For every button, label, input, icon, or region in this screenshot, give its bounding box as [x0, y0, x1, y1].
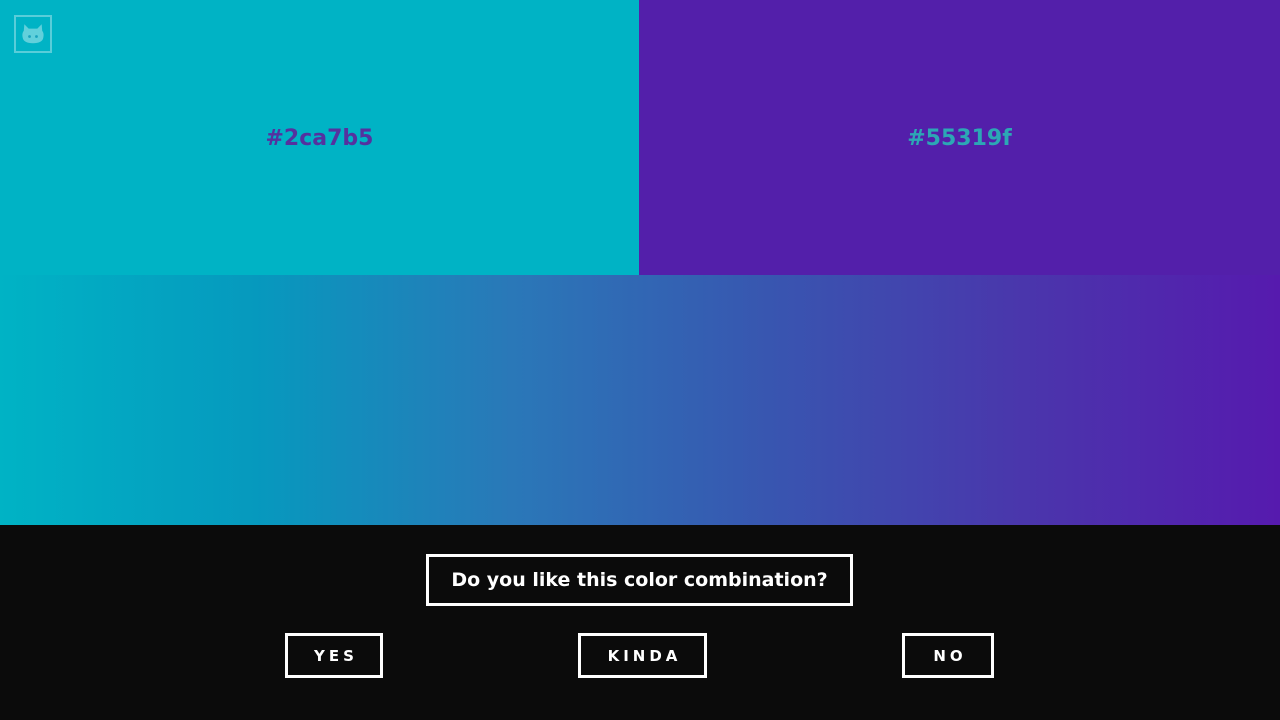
github-octocat-icon — [22, 24, 44, 44]
vote-panel: Do you like this color combination? YES … — [0, 525, 1280, 720]
left-color-hex-label: #2ca7b5 — [265, 126, 374, 151]
right-color-hex-label: #55319f — [907, 126, 1012, 151]
right-color-swatch: #55319f — [639, 0, 1280, 275]
question-prompt: Do you like this color combination? — [426, 554, 853, 606]
color-combination-app: #2ca7b5 #55319f Do you like this color c… — [0, 0, 1280, 720]
left-color-swatch: #2ca7b5 — [0, 0, 639, 275]
kinda-button[interactable]: KINDA — [578, 633, 707, 678]
github-link[interactable] — [14, 15, 52, 53]
color-gradient-preview — [0, 275, 1280, 525]
no-button[interactable]: NO — [902, 633, 994, 678]
yes-button[interactable]: YES — [285, 633, 383, 678]
